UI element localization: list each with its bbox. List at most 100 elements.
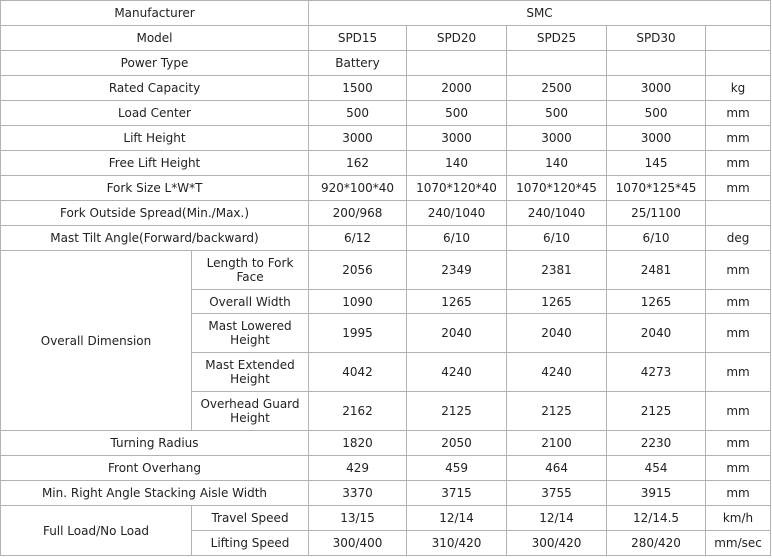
value-cell: 429 (308, 455, 408, 481)
row-model: Model SPD15 SPD20 SPD25 SPD30 (0, 25, 772, 51)
value-cell: 2162 (308, 391, 408, 431)
sub-row-label: Mast Lowered Height (190, 313, 310, 353)
unit-cell: mm (705, 250, 772, 290)
value-cell: 4240 (506, 352, 608, 392)
value-cell: 140 (406, 150, 508, 176)
value-cell: 6/10 (506, 225, 608, 251)
model-spd15: SPD15 (308, 25, 408, 51)
unit-cell: mm (705, 100, 772, 126)
value-cell: 500 (406, 100, 508, 126)
row-label: Rated Capacity (0, 75, 310, 101)
value-cell: 2125 (606, 391, 707, 431)
value-cell: 454 (606, 455, 707, 481)
value-cell: 140 (506, 150, 608, 176)
value-cell: 240/1040 (506, 200, 608, 226)
model-label: Model (0, 25, 310, 51)
value-cell: 300/420 (506, 530, 608, 556)
group-label: Full Load/No Load (0, 505, 192, 556)
value-cell: 2349 (406, 250, 508, 290)
value-cell: 1820 (308, 430, 408, 456)
spec-row: Fork Outside Spread(Min./Max.) 200/968 240… (0, 200, 772, 226)
value-cell: 1995 (308, 313, 408, 353)
value-cell: 2481 (606, 250, 707, 290)
value-cell: 2040 (406, 313, 508, 353)
unit-cell: mm/sec (705, 530, 772, 556)
model-spd25: SPD25 (506, 25, 608, 51)
value-cell: 1265 (506, 289, 608, 314)
spec-row: Mast Tilt Angle(Forward/backward) 6/12 6/1… (0, 225, 772, 251)
value-cell: 500 (606, 100, 707, 126)
manufacturer-label: Manufacturer (0, 0, 310, 26)
row-label: Free Lift Height (0, 150, 310, 176)
row-power-type: Power Type Battery (0, 50, 772, 76)
spec-row: Lift Height 3000 3000 3000 3000 mm (0, 125, 772, 151)
value-cell: 25/1100 (606, 200, 707, 226)
value-cell: 13/15 (308, 505, 408, 531)
value-cell: 2000 (406, 75, 508, 101)
power-type-value: Battery (308, 50, 408, 76)
spec-row: Turning Radius 1820 2050 2100 2230 mm (0, 430, 772, 456)
value-cell: 240/1040 (406, 200, 508, 226)
value-cell: 3000 (606, 125, 707, 151)
row-label: Fork Size L*W*T (0, 175, 310, 201)
empty-cell (606, 50, 707, 76)
value-cell: 6/10 (406, 225, 508, 251)
unit-cell: mm (705, 391, 772, 431)
unit-cell (705, 50, 772, 76)
sub-row-label: Length to Fork Face (190, 250, 310, 290)
spec-row: Overall Dimension Length to Fork Face 2056… (0, 250, 772, 431)
row-label: Front Overhang (0, 455, 310, 481)
value-cell: 3715 (406, 480, 508, 506)
spec-table: Manufacturer SMC Model SPD15 SPD20 SPD25… (0, 0, 772, 556)
value-cell: 920*100*40 (308, 175, 408, 201)
model-spd20: SPD20 (406, 25, 508, 51)
value-cell: 2500 (506, 75, 608, 101)
value-cell: 3370 (308, 480, 408, 506)
spec-row: Free Lift Height 162 140 140 145 mm (0, 150, 772, 176)
value-cell: 200/968 (308, 200, 408, 226)
value-cell: 464 (506, 455, 608, 481)
value-cell: 6/12 (308, 225, 408, 251)
row-label: Lift Height (0, 125, 310, 151)
sub-row-label: Lifting Speed (190, 530, 310, 556)
value-cell: 1070*120*40 (406, 175, 508, 201)
spec-row: Load Center 500 500 500 500 mm (0, 100, 772, 126)
group-label: Overall Dimension (0, 250, 192, 431)
spec-rows-b: Turning Radius 1820 2050 2100 2230 mm Front Ov… (0, 430, 772, 506)
spec-row: Rated Capacity 1500 2000 2500 3000 kg (0, 75, 772, 101)
value-cell: 3755 (506, 480, 608, 506)
sub-row-label: Overhead Guard Height (190, 391, 310, 431)
value-cell: 2040 (506, 313, 608, 353)
manufacturer-value: SMC (308, 0, 772, 26)
value-cell: 300/400 (308, 530, 408, 556)
unit-cell: deg (705, 225, 772, 251)
value-cell: 2050 (406, 430, 508, 456)
unit-cell: mm (705, 125, 772, 151)
row-label: Load Center (0, 100, 310, 126)
unit-cell: mm (705, 480, 772, 506)
power-type-label: Power Type (0, 50, 310, 76)
unit-cell: mm (705, 175, 772, 201)
spec-row: Fork Size L*W*T 920*100*40 1070*120*40 1070… (0, 175, 772, 201)
row-manufacturer: Manufacturer SMC (0, 0, 772, 26)
full-load-rows: Full Load/No Load Travel Speed 13/15 12/14 1… (0, 505, 772, 556)
empty-cell (406, 50, 508, 76)
value-cell: 1070*125*45 (606, 175, 707, 201)
value-cell: 12/14.5 (606, 505, 707, 531)
value-cell: 145 (606, 150, 707, 176)
value-cell: 2100 (506, 430, 608, 456)
row-label: Mast Tilt Angle(Forward/backward) (0, 225, 310, 251)
value-cell: 12/14 (406, 505, 508, 531)
value-cell: 3000 (308, 125, 408, 151)
value-cell: 3000 (606, 75, 707, 101)
value-cell: 3000 (506, 125, 608, 151)
unit-cell: mm (705, 150, 772, 176)
value-cell: 4240 (406, 352, 508, 392)
unit-cell (705, 25, 772, 51)
value-cell: 1265 (606, 289, 707, 314)
value-cell: 2125 (506, 391, 608, 431)
unit-cell: mm (705, 430, 772, 456)
empty-cell (506, 50, 608, 76)
value-cell: 6/10 (606, 225, 707, 251)
unit-cell: mm (705, 289, 772, 314)
